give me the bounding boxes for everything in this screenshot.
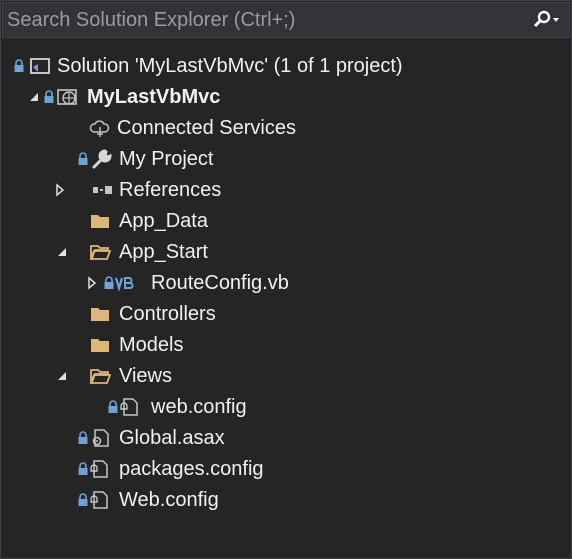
tree-item-route-config[interactable]: RouteConfig.vb <box>1 268 571 298</box>
project-label: MyLastVbMvc <box>87 86 221 108</box>
folder-icon <box>91 215 109 228</box>
web-project-icon <box>57 89 77 105</box>
app-data-label: App_Data <box>119 210 208 232</box>
solution-label: Solution 'MyLastVbMvc' (1 of 1 project) <box>57 55 403 77</box>
folder-icon <box>91 308 109 321</box>
connected-services-label: Connected Services <box>117 117 296 139</box>
lock-icon <box>78 152 88 165</box>
caret-collapsed-icon[interactable] <box>53 183 67 197</box>
tree-item-app-start[interactable]: App_Start <box>1 237 571 267</box>
tree-item-connected-services[interactable]: Connected Services <box>1 113 571 143</box>
tree-item-project[interactable]: MyLastVbMvc <box>1 82 571 112</box>
global-asax-label: Global.asax <box>119 427 225 449</box>
tree-item-views-web-config[interactable]: web.config <box>1 392 571 422</box>
tree-item-global-asax[interactable]: Global.asax <box>1 423 571 453</box>
lock-icon <box>14 59 24 72</box>
folder-open-icon <box>89 369 111 384</box>
search-input[interactable] <box>3 2 525 38</box>
tree-item-views[interactable]: Views <box>1 361 571 391</box>
tree-item-app-data[interactable]: App_Data <box>1 206 571 236</box>
config-file-icon <box>120 398 138 416</box>
asax-file-icon <box>92 429 109 447</box>
tree-item-controllers[interactable]: Controllers <box>1 299 571 329</box>
views-web-config-label: web.config <box>151 396 247 418</box>
references-label: References <box>119 179 222 201</box>
search-icon <box>533 10 559 28</box>
lock-icon <box>108 400 118 413</box>
references-icon <box>93 186 112 194</box>
lock-icon <box>78 493 88 506</box>
folder-icon <box>91 339 109 352</box>
wrench-icon <box>92 149 112 169</box>
lock-icon <box>78 462 88 475</box>
solution-explorer: Solution 'MyLastVbMvc' (1 of 1 project) … <box>0 0 572 559</box>
lock-icon <box>78 431 88 444</box>
solution-icon <box>30 58 50 74</box>
caret-collapsed-icon[interactable] <box>85 276 99 290</box>
connected-services-icon <box>89 120 110 137</box>
search-bar <box>2 2 570 38</box>
packages-config-label: packages.config <box>119 458 264 480</box>
caret-expanded-icon[interactable] <box>27 90 41 104</box>
caret-expanded-icon[interactable] <box>55 369 69 383</box>
tree-item-web-config[interactable]: Web.config <box>1 485 571 515</box>
controllers-label: Controllers <box>119 303 216 325</box>
tree-item-solution[interactable]: Solution 'MyLastVbMvc' (1 of 1 project) <box>1 51 571 81</box>
route-config-label: RouteConfig.vb <box>151 272 289 294</box>
folder-open-icon <box>89 245 111 260</box>
tree-item-packages-config[interactable]: packages.config <box>1 454 571 484</box>
lock-icon <box>104 276 114 289</box>
views-label: Views <box>119 365 172 387</box>
tree-item-references[interactable]: References <box>1 175 571 205</box>
vb-file-icon <box>115 277 134 292</box>
tree-item-my-project[interactable]: My Project <box>1 144 571 174</box>
my-project-label: My Project <box>119 148 214 170</box>
lock-icon <box>44 90 54 103</box>
search-button[interactable] <box>525 3 569 37</box>
config-file-icon <box>90 491 108 509</box>
app-start-label: App_Start <box>119 241 208 263</box>
models-label: Models <box>119 334 184 356</box>
web-config-label: Web.config <box>119 489 219 511</box>
tree-item-models[interactable]: Models <box>1 330 571 360</box>
config-file-icon <box>90 460 108 478</box>
caret-expanded-icon[interactable] <box>55 245 69 259</box>
